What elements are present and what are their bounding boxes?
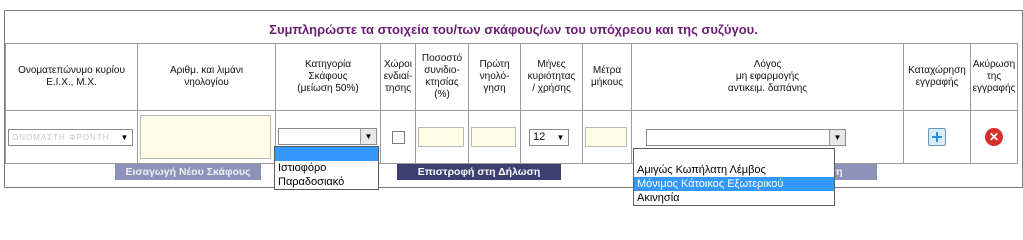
chevron-down-icon: ▼ <box>553 129 568 145</box>
reason-option-immobility[interactable]: Ακινησία <box>634 191 834 205</box>
reason-option-rowboat[interactable]: Αμιγώς Κωπήλατη Λέμβος <box>634 163 834 177</box>
percentage-input[interactable] <box>418 127 464 147</box>
chevron-down-icon: ▼ <box>360 128 376 144</box>
delete-record-icon[interactable]: ✕ <box>985 128 1003 146</box>
vessel-table: Ονοματεπώνυμο κυρίου Ε.Ι.Χ., Μ.Χ. Αριθμ.… <box>5 43 1018 164</box>
months-select[interactable]: 12 ▼ <box>529 128 569 146</box>
col-register: Καταχώρηση εγγραφής <box>903 43 971 111</box>
table-header-row: Ονοματεπώνυμο κυρίου Ε.Ι.Χ., Μ.Χ. Αριθμ.… <box>5 43 1018 111</box>
reason-option-empty[interactable] <box>634 149 834 163</box>
col-length: Μέτρα μήκους <box>582 43 632 111</box>
col-category: Κατηγορία Σκάφους (μείωση 50%) <box>275 43 381 111</box>
category-option-sailing[interactable]: Ιστιοφόρο <box>275 161 378 175</box>
back-to-declaration-button[interactable]: Επιστροφή στη Δήλωση <box>397 164 561 180</box>
registry-textarea[interactable] <box>140 115 271 159</box>
months-value: 12 <box>533 130 546 143</box>
reason-option-resident-abroad[interactable]: Μόνιμος Κάτοικος Εξωτερικού <box>634 177 834 191</box>
owner-value: ΟΝΟΜΑΣΤΗ ΦΡΟΝΤΗ <box>12 132 110 142</box>
col-registry: Αριθμ. και λιμάνι νηολογίου <box>137 43 276 111</box>
new-vessel-button[interactable]: Εισαγωγή Νέου Σκάφους <box>115 164 261 180</box>
col-owner: Ονοματεπώνυμο κυρίου Ε.Ι.Χ., Μ.Χ. <box>5 43 138 111</box>
col-percentage: Ποσοστό συνιδιο- κτησίας (%) <box>415 43 469 111</box>
category-option-empty[interactable] <box>275 147 378 161</box>
length-input[interactable] <box>585 127 627 147</box>
col-reason: Λόγος μη εφαρμογής αντικειμ. δαπάνης <box>631 43 904 111</box>
category-select[interactable]: ▼ <box>278 127 377 145</box>
vessel-form-panel: Συμπληρώστε τα στοιχεία του/των σκάφους/… <box>4 10 1023 188</box>
spaces-checkbox[interactable] <box>391 130 405 144</box>
chevron-down-icon: ▼ <box>829 129 845 145</box>
col-first-registration: Πρώτη νηολό- γηση <box>468 43 521 111</box>
table-row: ΟΝΟΜΑΣΤΗ ΦΡΟΝΤΗ ▼ ▼ 12 ▼ ▼ ✕ <box>5 110 1018 164</box>
chevron-down-icon: ▼ <box>117 129 132 145</box>
reason-dropdown-list: Αμιγώς Κωπήλατη Λέμβος Μόνιμος Κάτοικος … <box>633 148 835 206</box>
category-dropdown-list: Ιστιοφόρο Παραδοσιακό <box>274 146 379 190</box>
form-title: Συμπληρώστε τα στοιχεία του/των σκάφους/… <box>269 22 758 37</box>
category-option-traditional[interactable]: Παραδοσιακό <box>275 175 378 189</box>
col-cancel: Ακύρωση της εγγραφής <box>970 43 1018 111</box>
col-months: Μήνες κυριότητας / χρήσης <box>520 43 583 111</box>
add-record-icon[interactable] <box>928 128 946 146</box>
col-spaces: Χώροι ενδιαί- τησης <box>380 43 416 111</box>
first-registration-input[interactable] <box>471 127 516 147</box>
reason-select[interactable]: ▼ <box>646 128 846 146</box>
owner-select[interactable]: ΟΝΟΜΑΣΤΗ ΦΡΟΝΤΗ ▼ <box>8 128 133 146</box>
